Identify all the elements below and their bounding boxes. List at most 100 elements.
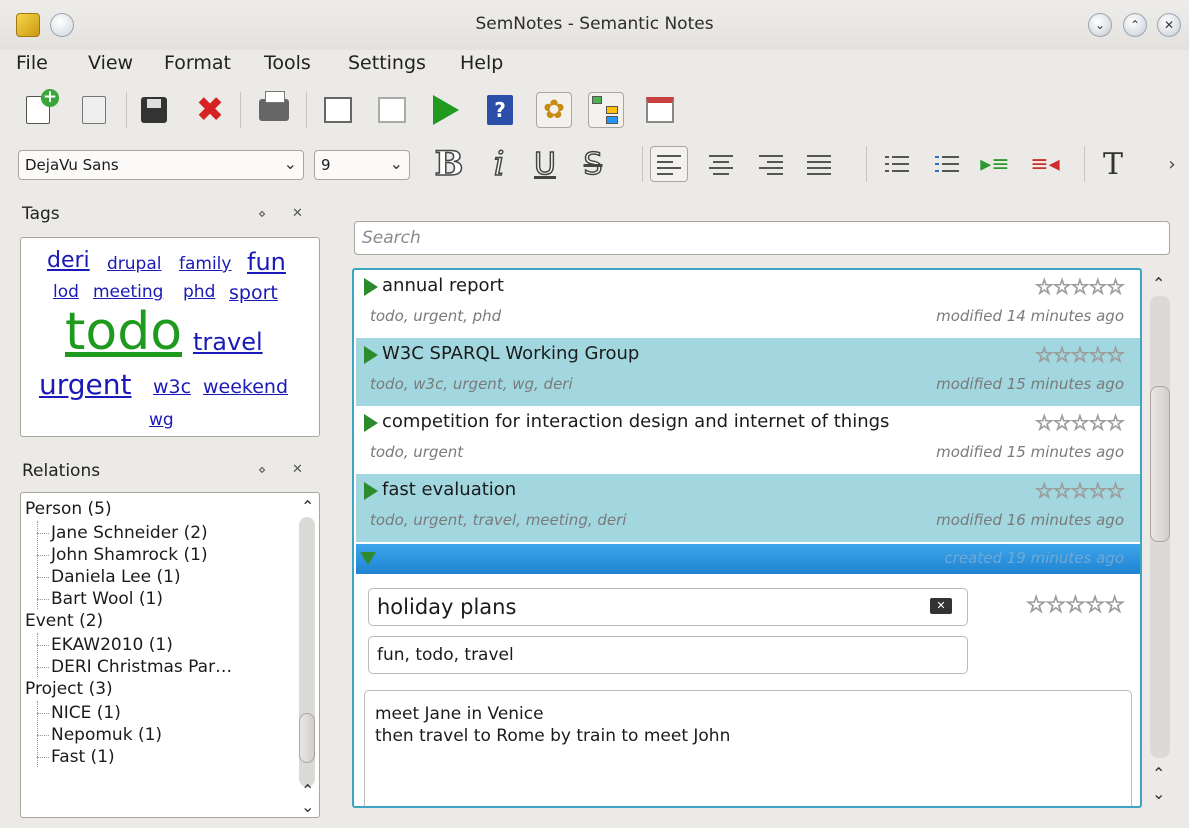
tag-drupal[interactable]: drupal bbox=[107, 254, 162, 274]
tag-travel[interactable]: travel bbox=[193, 328, 263, 356]
scrollbar-thumb[interactable] bbox=[1150, 386, 1170, 542]
scrollbar-thumb[interactable] bbox=[299, 713, 315, 763]
import-button[interactable] bbox=[374, 92, 410, 128]
tag-phd[interactable]: phd bbox=[183, 282, 215, 302]
float-panel-icon[interactable]: ⋄ bbox=[258, 207, 266, 222]
delete-button[interactable]: ✖ bbox=[192, 92, 228, 128]
tree-group-person[interactable]: Person (5) bbox=[25, 499, 112, 519]
tag-meeting[interactable]: meeting bbox=[93, 282, 163, 302]
menu-settings[interactable]: Settings bbox=[348, 52, 426, 74]
clear-text-icon[interactable]: ✕ bbox=[930, 598, 952, 614]
search-input[interactable]: Search bbox=[354, 221, 1170, 255]
scroll-down-icon[interactable]: ⌄ bbox=[1152, 784, 1165, 803]
scroll-up-icon[interactable]: ⌃ bbox=[1152, 764, 1165, 783]
outdent-button[interactable]: ≡◂ bbox=[1026, 146, 1064, 182]
note-row[interactable]: competition for interaction design and i… bbox=[356, 406, 1140, 474]
menu-tools[interactable]: Tools bbox=[264, 52, 311, 74]
numbered-list-button[interactable] bbox=[928, 146, 966, 182]
new-note-icon: + bbox=[26, 89, 59, 124]
toolbar-separator bbox=[642, 146, 643, 182]
close-panel-icon[interactable]: ✕ bbox=[292, 206, 303, 221]
bold-button[interactable]: B bbox=[430, 143, 468, 185]
expand-arrow-icon[interactable] bbox=[364, 414, 378, 432]
delete-icon: ✖ bbox=[195, 90, 225, 130]
tag-weekend[interactable]: weekend bbox=[203, 376, 288, 398]
tag-w3c[interactable]: w3c bbox=[153, 376, 191, 398]
underline-button[interactable]: U bbox=[526, 146, 564, 183]
tree-group-event[interactable]: Event (2) bbox=[25, 611, 103, 631]
strikethrough-icon: S bbox=[583, 146, 604, 183]
toggle-tags-button[interactable]: ✿ bbox=[536, 92, 572, 128]
maximize-button[interactable]: ⌃ bbox=[1123, 13, 1147, 37]
toggle-relations-button[interactable] bbox=[588, 92, 624, 128]
tag-family[interactable]: family bbox=[179, 254, 231, 274]
tag-sport[interactable]: sport bbox=[229, 282, 278, 304]
expanded-note-header[interactable]: created 19 minutes ago bbox=[356, 544, 1140, 574]
tree-item[interactable]: John Shamrock (1) bbox=[51, 545, 208, 565]
tag-deri[interactable]: deri bbox=[47, 248, 90, 273]
toolbar-overflow-button[interactable]: › bbox=[1162, 146, 1182, 182]
italic-button[interactable]: i bbox=[480, 143, 518, 185]
bullet-list-button[interactable] bbox=[878, 146, 916, 182]
tag-wg[interactable]: wg bbox=[149, 410, 174, 430]
rating-stars[interactable]: ☆☆☆☆☆ bbox=[1034, 275, 1125, 300]
print-button[interactable] bbox=[256, 91, 292, 128]
tree-item[interactable]: Nepomuk (1) bbox=[51, 725, 162, 745]
close-panel-icon[interactable]: ✕ bbox=[292, 462, 303, 477]
collapse-arrow-icon[interactable] bbox=[360, 552, 376, 565]
tag-urgent[interactable]: urgent bbox=[39, 368, 132, 401]
run-button[interactable] bbox=[428, 92, 464, 128]
tree-item[interactable]: NICE (1) bbox=[51, 703, 121, 723]
scroll-down-icon[interactable]: ⌄ bbox=[301, 797, 314, 816]
tag-lod[interactable]: lod bbox=[53, 282, 79, 302]
rating-stars[interactable]: ☆☆☆☆☆ bbox=[1034, 343, 1125, 368]
tree-item[interactable]: EKAW2010 (1) bbox=[51, 635, 173, 655]
float-panel-icon[interactable]: ⋄ bbox=[258, 463, 266, 478]
help-button[interactable]: ? bbox=[482, 92, 518, 128]
tree-item[interactable]: Bart Wool (1) bbox=[51, 589, 163, 609]
minimize-button[interactable]: ⌄ bbox=[1088, 13, 1112, 37]
tag-fun[interactable]: fun bbox=[247, 248, 286, 276]
note-body-editor[interactable]: meet Jane in Venice then travel to Rome … bbox=[364, 690, 1132, 806]
justify-button[interactable] bbox=[800, 146, 838, 182]
new-note-button[interactable]: + bbox=[20, 89, 59, 128]
align-right-button[interactable] bbox=[752, 146, 790, 182]
fullscreen-button[interactable] bbox=[320, 92, 356, 128]
indent-button[interactable]: ▸≡ bbox=[976, 146, 1014, 182]
tree-item[interactable]: DERI Christmas Par… bbox=[51, 657, 232, 677]
scroll-up-icon[interactable]: ⌃ bbox=[1152, 274, 1165, 293]
rating-stars[interactable]: ☆☆☆☆☆ bbox=[1034, 479, 1125, 504]
menu-format[interactable]: Format bbox=[164, 52, 231, 74]
font-size-select[interactable]: 9 ⌄ bbox=[314, 150, 410, 180]
note-tags: todo, urgent bbox=[370, 443, 464, 461]
note-row[interactable]: W3C SPARQL Working Group ☆☆☆☆☆ todo, w3c… bbox=[356, 338, 1140, 406]
note-title-field[interactable]: holiday plans bbox=[368, 588, 968, 626]
menu-help[interactable]: Help bbox=[460, 52, 503, 74]
note-row[interactable]: annual report ☆☆☆☆☆ todo, urgent, phd mo… bbox=[356, 270, 1140, 338]
menu-file[interactable]: File bbox=[16, 52, 48, 74]
tree-group-project[interactable]: Project (3) bbox=[25, 679, 113, 699]
calendar-button[interactable] bbox=[642, 92, 678, 128]
align-left-button[interactable] bbox=[650, 146, 688, 182]
note-row[interactable]: fast evaluation ☆☆☆☆☆ todo, urgent, trav… bbox=[356, 474, 1140, 542]
text-color-button[interactable]: T bbox=[1094, 146, 1132, 182]
close-window-button[interactable]: ✕ bbox=[1157, 13, 1181, 37]
align-center-button[interactable] bbox=[702, 146, 740, 182]
note-tags-field[interactable]: fun, todo, travel bbox=[368, 636, 968, 674]
menu-view[interactable]: View bbox=[88, 52, 133, 74]
scroll-up-icon[interactable]: ⌃ bbox=[301, 497, 314, 516]
save-button[interactable] bbox=[136, 92, 172, 128]
tree-item[interactable]: Daniela Lee (1) bbox=[51, 567, 181, 587]
calendar-icon bbox=[646, 97, 674, 123]
tree-item[interactable]: Jane Schneider (2) bbox=[51, 523, 208, 543]
paste-button[interactable] bbox=[76, 92, 112, 128]
expand-arrow-icon[interactable] bbox=[364, 346, 378, 364]
tree-item[interactable]: Fast (1) bbox=[51, 747, 115, 767]
strikethrough-button[interactable]: S bbox=[574, 146, 612, 183]
expand-arrow-icon[interactable] bbox=[364, 482, 378, 500]
font-family-select[interactable]: DejaVu Sans ⌄ bbox=[18, 150, 304, 180]
rating-stars[interactable]: ☆☆☆☆☆ bbox=[1034, 411, 1125, 436]
expand-arrow-icon[interactable] bbox=[364, 278, 378, 296]
tag-todo[interactable]: todo bbox=[65, 302, 182, 362]
rating-stars[interactable]: ☆☆☆☆☆ bbox=[1025, 592, 1125, 619]
